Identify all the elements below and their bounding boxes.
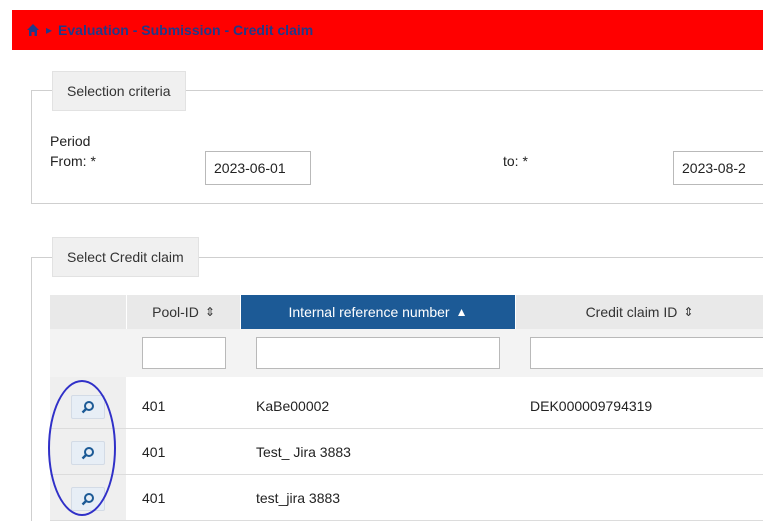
selection-criteria-legend: Selection criteria	[52, 71, 186, 111]
column-header-label: Internal reference number	[288, 304, 450, 320]
view-button[interactable]	[71, 487, 105, 511]
to-label: to: *	[503, 153, 528, 169]
pool-id-cell: 401	[142, 397, 166, 414]
credit-claim-legend: Select Credit claim	[52, 237, 199, 277]
credit-claim-id-filter-input[interactable]	[530, 337, 763, 369]
table-row[interactable]: 401 Test_ Jira 3883	[50, 429, 763, 475]
table-row[interactable]: 401 KaBe00002 DEK000009794319	[50, 383, 763, 429]
pool-id-filter-input[interactable]	[142, 337, 226, 369]
sort-icon: ⇕	[683, 305, 694, 319]
page-title: Evaluation - Submission - Credit claim	[58, 22, 314, 38]
view-button[interactable]	[71, 441, 105, 465]
column-header-credit-claim-id[interactable]: Credit claim ID ⇕	[516, 295, 763, 329]
search-icon	[81, 493, 94, 506]
table-row[interactable]: 401 test_jira 3883	[50, 475, 763, 521]
internal-reference-cell: test_jira 3883	[256, 489, 341, 506]
from-date-input[interactable]: 2023-06-01	[205, 151, 311, 185]
credit-claim-id-cell: DEK000009794319	[530, 397, 653, 414]
pool-id-cell: 401	[142, 443, 166, 460]
title-bar: ▸ Evaluation - Submission - Credit claim	[12, 10, 763, 50]
internal-reference-filter-input[interactable]	[256, 337, 500, 369]
sort-icon: ⇕	[204, 305, 215, 319]
column-header-label: Credit claim ID	[585, 304, 678, 320]
to-date-input[interactable]: 2023-08-2	[673, 151, 763, 185]
column-header-pool-id[interactable]: Pool-ID ⇕	[127, 295, 240, 329]
internal-reference-cell: KaBe00002	[256, 397, 330, 414]
breadcrumb-separator: ▸	[46, 23, 53, 37]
view-button[interactable]	[71, 395, 105, 419]
search-icon	[81, 447, 94, 460]
pool-id-cell: 401	[142, 489, 166, 506]
action-column-header	[50, 295, 126, 329]
from-label: From: *	[50, 153, 96, 169]
search-icon	[81, 401, 94, 414]
column-header-label: Pool-ID	[152, 304, 199, 320]
sort-ascending-icon: ▲	[455, 305, 468, 319]
period-label: Period	[50, 133, 91, 149]
home-icon[interactable]	[26, 23, 40, 37]
internal-reference-cell: Test_ Jira 3883	[256, 443, 351, 460]
column-header-internal-reference[interactable]: Internal reference number ▲	[241, 295, 515, 329]
